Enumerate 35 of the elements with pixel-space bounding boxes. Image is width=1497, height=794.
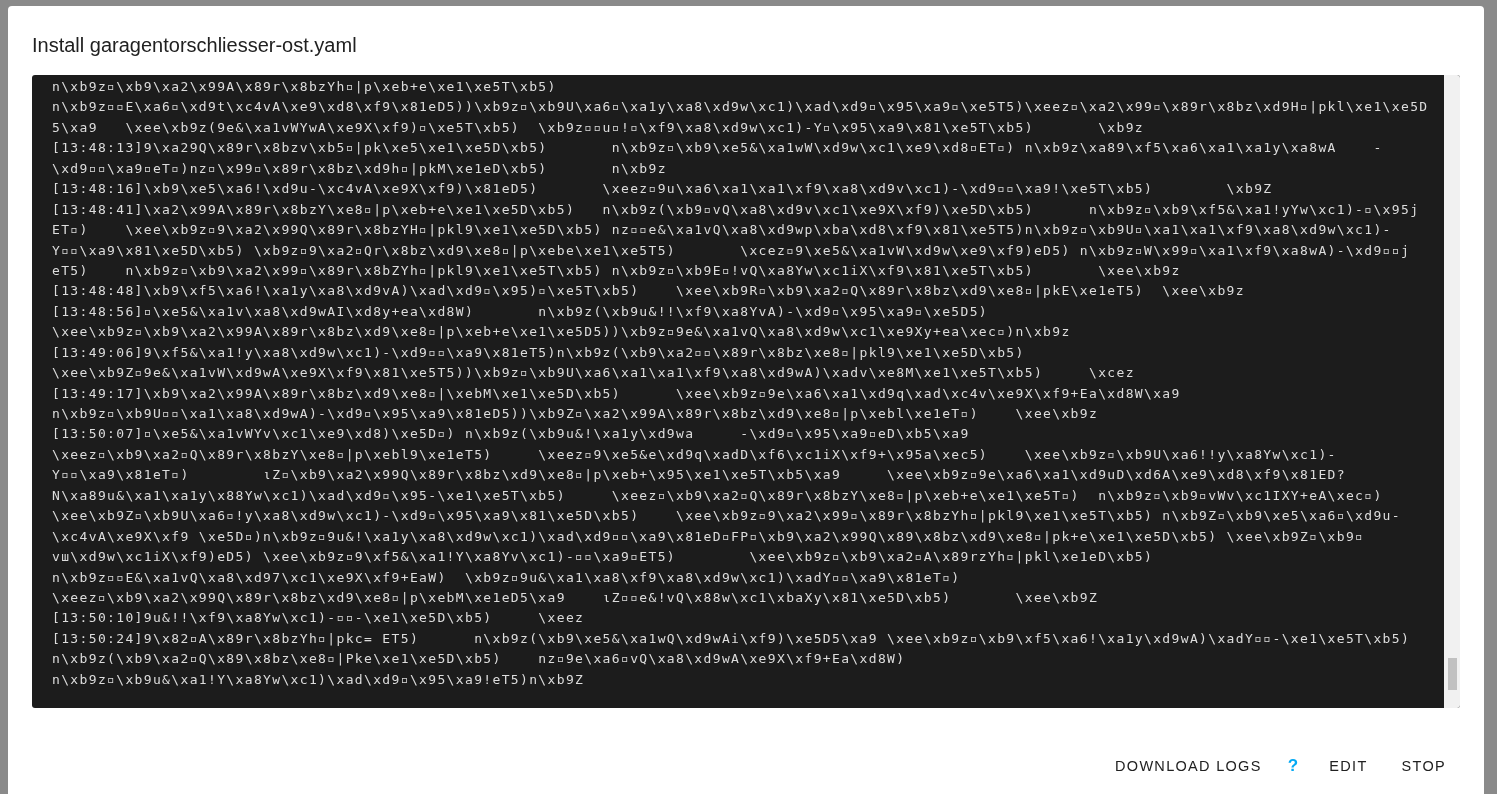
action-button[interactable]: STOP bbox=[1387, 754, 1460, 778]
log-line: vш\xd9w\xc1iX\xf9)eD5) \xee\xb9z▫9\xf5&\xa1!Y\xa8Yv\xc1)-▫▫\xa9▫ET5) \xee\xb9z▫\xb9\xa2▫A\x89rzYh▫|pkl\xe1eD\xb5) bbox=[52, 548, 1155, 567]
log-line: Y▫▫\xa9\x81eT▫) ιZ▫\xb9\xa2\x99Q\x89r\x8bz\xd9\xe8▫|p\xeb+\x95\xe1\xe5T\xb5\xa9 \xee\xb9z▫9e\xa6\xa1\xd9uD\xd6A\xe9\xd8\xf9\x81ED? bbox=[52, 466, 1347, 485]
log-line: \xc4vA\xe9X\xf9 \xe5D▫)n\xb9z▫9u&!\xa1y\xa8\xd9w\xc1)\xad\xd9▫▫\xa9\x81eD▫FP▫\xb9\xa2\x99Q\x89\x8bz\xd9\xe8▫|pk+e\xe1\xe5D\xb5) \xee\xb9Z▫\xb9▫ bbox=[52, 527, 1366, 546]
log-line: [13:48:41]\xa2\x99A\x89r\x8bzY\xe8▫|p\xeb+e\xe1\xe5D\xb5) n\xb9z(\xb9▫vQ\xa8\xd9v\xc1\xe9X\xf9)\xe5D\xb5) n\xb9z▫\xb9\xf5&\xa1!yYw\xc1)-▫\x95j bbox=[52, 200, 1421, 219]
dialog-title: Install garagentorschliesser-ost.yaml bbox=[32, 33, 358, 58]
log-line: [13:48:48]\xb9\xf5\xa6!\xa1y\xa8\xd9vA)\xad\xd9▫\x95)▫\xe5T\xb5) \xee\xb9R▫\xb9\xa2▫Q\x89r\x8bz\xd9\xe8▫|pkE\xe1eT5) \xee\xb9z bbox=[52, 282, 1246, 301]
log-line: n\xb9z▫\xb9\xa2\x99A\x89r\x8bzYh▫|p\xeb+e\xe1\xe5T\xb5) bbox=[52, 78, 558, 96]
log-line: [13:50:10]9u&!!\xf9\xa8Yw\xc1)-▫▫-\xe1\xe5D\xb5) \xeez bbox=[52, 609, 586, 628]
log-line: \xeez▫\xb9\xa2▫Q\x89r\x8bzY\xe8▫|p\xebl9\xe1eT5) \xeez▫9\xe5&e\xd9q\xadD\xf6\xc1iX\xf9+\x95a\xec5) \xee\xb9z▫\xb9U\xa6!!y\xa8Yw\xc1)- bbox=[52, 445, 1338, 464]
log-line: n\xb9z▫▫E&\xa1vQ\xa8\xd97\xc1\xe9X\xf9+EaW) \xb9z▫9u&\xa1\xa8\xf9\xa8\xd9w\xc1)\xadY▫▫\xa9\x81eT▫) bbox=[52, 568, 962, 587]
log-line: \xee\xb9z▫\xb9\xa2\x99A\x89r\x8bz\xd9\xe8▫|p\xeb+e\xe1\xe5D5))\xb9z▫9e&\xa1vQ\xa8\xd9w\xc1\xe9Xy+ea\xec▫)n\xb9z bbox=[52, 323, 1072, 342]
log-line: 5\xa9 \xee\xb9z(9e&\xa1vWYwA\xe9X\xf9)▫\xe5T\xb5) \xb9z▫▫u▫!▫\xf9\xa8\xd9w\xc1)-Y▫\x95\xa9\x81\xe5T\xb5) \xb9z bbox=[52, 118, 1146, 137]
log-line: Y▫▫\xa9\x81\xe5D\xb5) \xb9z▫9\xa2▫Qr\x8bz\xd9\xe8▫|p\xebe\xe1\xe5T5) \xcez▫9\xe5&\xa1vW\xd9w\xe9\xf9)eD5) n\xb9z▫W\x99▫\xa1\xf9\xa8wA)-\xd9▫▫j bbox=[52, 241, 1412, 260]
action-button[interactable]: EDIT bbox=[1315, 754, 1382, 778]
log-line: n\xb9z▫\xb9u&\xa1!Y\xa8Yw\xc1)\xad\xd9▫\x95\xa9!eT5)n\xb9Z bbox=[52, 670, 586, 689]
log-line: n\xb9z(\xb9\xa2▫Q\x89\x8bz\xe8▫|Pke\xe1\xe5D\xb5) nz▫9e\xa6▫vQ\xa8\xd9wA\xe9X\xf9+Ea\xd8W) bbox=[52, 650, 907, 669]
log-line: [13:48:56]▫\xe5&\xa1v\xa8\xd9wAI\xd8y+ea\xd8W) n\xb9z(\xb9u&!!\xf9\xa8YvA)-\xd9▫\x95\xa9▫\xe5D5) bbox=[52, 302, 990, 321]
log-line: [13:48:16]\xb9\xe5\xa6!\xd9u-\xc4vA\xe9X\xf9)\x81eD5) \xeez▫9u\xa6\xa1\xa1\xf9\xa8\xd9v\xc1)-\xd9▫▫\xa9!\xe5T\xb5) \xb9Z bbox=[52, 180, 1274, 199]
log-line: n\xb9z▫\xb9U▫▫\xa1\xa8\xd9wA)-\xd9▫\x95\xa9\x81eD5))\xb9Z▫\xa2\x99A\x89r\x8bz\xd9\xe8▫|p\xebl\xe1eT▫) \xee\xb9z bbox=[52, 405, 1100, 423]
log-line: [13:49:06]9\xf5&\xa1!y\xa8\xd9w\xc1)-\xd9▫▫\xa9\x81eT5)n\xb9z(\xb9\xa2▫▫\x89r\x8bz\xe8▫|pkl9\xe1\xe5D\xb5) bbox=[52, 343, 1026, 362]
log-line: [13:49:17]\xb9\xa2\x99A\x89r\x8bz\xd9\xe8▫|\xebM\xe1\xe5D\xb5) \xee\xb9z▫9e\xa6\xa1\xd9q\xad\xc4v\xe9X\xf9+Ea\xd8W\xa9 bbox=[52, 384, 1182, 403]
log-line: ET▫) \xee\xb9z▫9\xa2\x99Q\x89r\x8bzYH▫|pkl9\xe1\xe5D\xb5) nz▫▫e&\xa1vQ\xa8\xd9wp\xba\xd8\xf9\x81\xe5T5)n\xb9z▫\xb9U▫\xa1\xa1\xf9\xa8\xd9w\xc1)- bbox=[52, 221, 1393, 240]
log-line: \xd9▫▫\xa9▫eT▫)nz▫\x99▫\x89r\x8bz\xd9h▫|pkM\xe1eD\xb5) n\xb9z bbox=[52, 159, 668, 178]
log-line: \xeez▫\xb9\xa2\x99Q\x89r\x8bz\xd9\xe8▫|p\xebM\xe1eD5\xa9 ιZ▫▫e&!vQ\x88w\xc1\xbaXy\x81\xe5D\xb5) \xee\xb9Z bbox=[52, 588, 1100, 607]
log-line: N\xa89u&\xa1\xa1y\x88Yw\xc1)\xad\xd9▫\x95-\xe1\xe5T\xb5) \xeez▫\xb9\xa2▫Q\x89r\x8bzY\xe8▫|p\xeb+e\xe1\xe5T▫) n\xb9z▫\xb9▫vWv\xc1IXY+eA\xec▫) bbox=[52, 486, 1384, 505]
log-line: \xee\xb9Z▫\xb9U\xa6▫!y\xa8\xd9w\xc1)-\xd9▫\x95\xa9\x81\xe5D\xb5) \xee\xb9z▫9\xa2\x99▫\x89r\x8bzYh▫|pkl9\xe1\xe5T\xb5) n\xb9Z▫\xb9\xe5\xa6▫\xd9u- bbox=[52, 507, 1402, 526]
log-line: [13:50:24]9\x82▫A\x89r\x8bzYh▫|pkc= ET5) n\xb9z(\xb9\xe5&\xa1wQ\xd9wAi\xf9)\xe5D5\xa9 \xee\xb9z▫\xb9\xf5\xa6!\xa1y\xd9wA)\xadY▫▫-\xe1\xe5T\xb5) bbox=[52, 629, 1412, 648]
log-line: \xee\xb9Z▫9e&\xa1vW\xd9wA\xe9X\xf9\x81\xe5T5))\xb9z▫\xb9U\xa6\xa1\xa1\xf9\xa8\xd9wA)\xadv\xe8M\xe1\xe5T\xb5) \xcez bbox=[52, 364, 1136, 383]
log-line: [13:50:07]▫\xe5&\xa1vWYv\xc1\xe9\xd8)\xe5D▫) n\xb9z(\xb9u&!\xa1y\xd9wa -\xd9▫\x95\xa9▫eD\xb5\xa9 bbox=[52, 425, 971, 444]
scrollbar[interactable] bbox=[1444, 75, 1460, 708]
log-line: eT5) n\xb9z▫\xb9\xa2\x99▫\x89r\x8bZYh▫|pkl9\xe1\xe5T\xb5) n\xb9z▫\xb9E▫!vQ\xa8Yw\xc1iX\xf9\x81\xe5T\xb5) \xee\xb9z bbox=[52, 261, 1182, 280]
log-line: [13:48:13]9\xa29Q\x89r\x8bzv\xb5▫|pk\xe5\xe1\xe5D\xb5) n\xb9z▫\xb9\xe5&\xa1wW\xd9w\xc1\xe9\xd8▫ET▫) n\xb9z\xa89\xf5\xa6\xa1\xa1y\xa8wA - bbox=[52, 139, 1384, 158]
log-line: n\xb9z▫▫E\xa6▫\xd9t\xc4vA\xe9\xd8\xf9\x81eD5))\xb9z▫\xb9U\xa6▫\xa1y\xa8\xd9w\xc1)\xad\xd9▫\x95\xa9▫\xe5T5)\xeez▫\xa2\x99▫\x89r\x8bz\xd9H▫|pkl\xe1\xe5D bbox=[52, 98, 1430, 117]
action-button[interactable]: DOWNLOAD LOGS bbox=[1101, 754, 1276, 778]
